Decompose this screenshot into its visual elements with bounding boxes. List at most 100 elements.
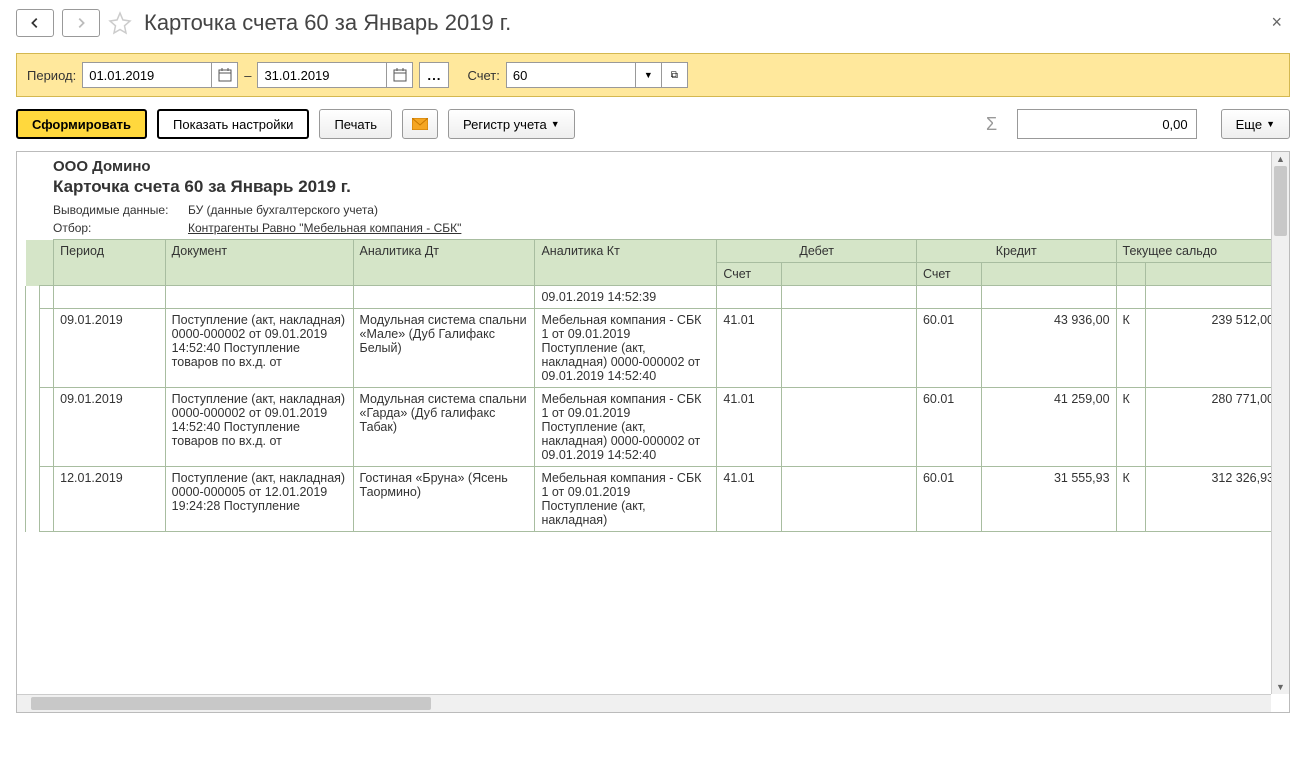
cell: 60.01 [916,309,981,388]
meta-data-value: БУ (данные бухгалтерского учета) [188,203,378,217]
cell: Мебельная компания - СБК 1 от 09.01.2019… [535,467,717,532]
report-table: Период Документ Аналитика Дт Аналитика К… [25,239,1281,532]
cell: 43 936,00 [981,309,1116,388]
cell [26,388,40,467]
chevron-down-icon: ▼ [644,70,653,80]
account-input[interactable] [506,62,636,88]
chevron-down-icon: ▼ [551,119,560,129]
cell [26,467,40,532]
cell: 41.01 [717,388,782,467]
cell: 312 326,93 [1145,467,1280,532]
col-credit-acc: Счет [916,263,981,286]
table-row[interactable]: 09.01.2019Поступление (акт, накладная) 0… [26,309,1281,388]
cell [1116,286,1145,309]
sum-input[interactable] [1017,109,1197,139]
vertical-scrollbar[interactable]: ▲ ▼ [1271,152,1289,694]
cell [40,467,54,532]
generate-button[interactable]: Сформировать [16,109,147,139]
mail-icon [412,118,428,130]
calendar-to-button[interactable] [387,62,413,88]
calendar-from-button[interactable] [212,62,238,88]
cell: 60.01 [916,467,981,532]
cell [26,286,40,309]
more-button[interactable]: Еще ▼ [1221,109,1290,139]
col-an-dt: Аналитика Дт [353,240,535,286]
cell [40,388,54,467]
period-picker-button[interactable]: ... [419,62,449,88]
col-bal-sum [1145,263,1280,286]
company-name: ООО Домино [53,158,1281,175]
calendar-icon [393,68,407,82]
cell: 09.01.2019 [54,309,166,388]
show-settings-button[interactable]: Показать настройки [157,109,309,139]
chevron-down-icon: ▼ [1266,119,1275,129]
cell [781,309,916,388]
register-button[interactable]: Регистр учета ▼ [448,109,575,139]
cell: Модульная система спальни «Гарда» (Дуб г… [353,388,535,467]
cell [916,286,981,309]
nav-back-button[interactable] [16,9,54,37]
cell [1145,286,1280,309]
period-bar: Период: – ... Счет: ▼ ⧉ [16,53,1290,97]
cell: 12.01.2019 [54,467,166,532]
date-to-input[interactable] [257,62,387,88]
register-label: Регистр учета [463,117,547,132]
cell [781,286,916,309]
cell [781,467,916,532]
mail-button[interactable] [402,109,438,139]
cell [353,286,535,309]
cell: 41 259,00 [981,388,1116,467]
cell: Модульная система спальни «Мале» (Дуб Га… [353,309,535,388]
col-bal-dc [1116,263,1145,286]
report-area: ООО Домино Карточка счета 60 за Январь 2… [16,151,1290,713]
scroll-thumb[interactable] [31,697,431,710]
horizontal-scrollbar[interactable] [17,694,1271,712]
col-document: Документ [165,240,353,286]
col-debit: Дебет [717,240,917,263]
cell [40,309,54,388]
cell: 41.01 [717,467,782,532]
date-from-input[interactable] [82,62,212,88]
scroll-thumb[interactable] [1274,166,1287,236]
cell: К [1116,467,1145,532]
cell [26,309,40,388]
cell: 31 555,93 [981,467,1116,532]
cell: Поступление (акт, накладная) 0000-000002… [165,388,353,467]
cell: 239 512,00 [1145,309,1280,388]
col-credit: Кредит [916,240,1116,263]
print-button[interactable]: Печать [319,109,392,139]
col-balance: Текущее сальдо [1116,240,1280,263]
cell: Поступление (акт, накладная) 0000-000005… [165,467,353,532]
cell [40,286,54,309]
col-period: Период [54,240,166,286]
cell [781,388,916,467]
col-an-kt: Аналитика Кт [535,240,717,286]
arrow-right-icon [74,16,88,30]
cell [981,286,1116,309]
cell: 09.01.2019 [54,388,166,467]
report-title: Карточка счета 60 за Январь 2019 г. [53,177,1281,197]
cell: Мебельная компания - СБК 1 от 09.01.2019… [535,388,717,467]
sigma-icon: Σ [977,109,1007,139]
close-button[interactable]: × [1263,8,1290,37]
date-dash: – [244,68,251,83]
col-credit-sum [981,263,1116,286]
meta-data-label: Выводимые данные: [53,203,188,217]
table-row[interactable]: 09.01.2019 14:52:39 [26,286,1281,309]
scroll-down-icon: ▼ [1272,680,1289,694]
col-debit-acc: Счет [717,263,782,286]
cell: К [1116,309,1145,388]
table-row[interactable]: 12.01.2019Поступление (акт, накладная) 0… [26,467,1281,532]
cell: 41.01 [717,309,782,388]
account-dropdown-button[interactable]: ▼ [636,62,662,88]
arrow-left-icon [28,16,42,30]
cell: 280 771,00 [1145,388,1280,467]
account-open-button[interactable]: ⧉ [662,62,688,88]
nav-forward-button[interactable] [62,9,100,37]
cell [717,286,782,309]
cell: Мебельная компания - СБК 1 от 09.01.2019… [535,309,717,388]
page-title: Карточка счета 60 за Январь 2019 г. [144,10,511,36]
calendar-icon [218,68,232,82]
star-icon[interactable] [108,11,132,35]
table-row[interactable]: 09.01.2019Поступление (акт, накладная) 0… [26,388,1281,467]
